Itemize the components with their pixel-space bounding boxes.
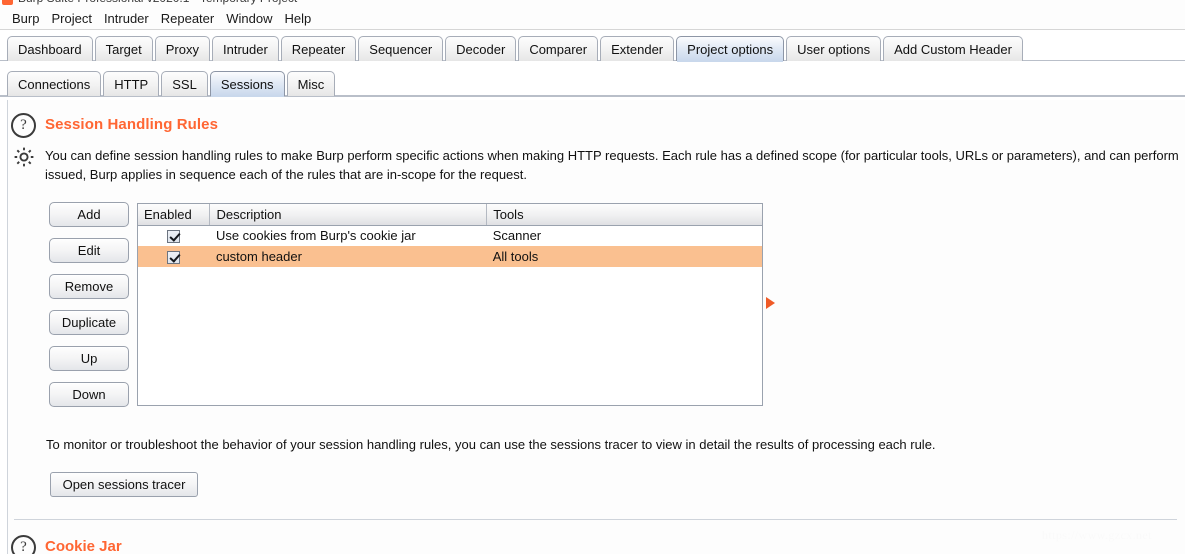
menu-item-project[interactable]: Project: [45, 9, 97, 28]
rule-enabled-checkbox[interactable]: [167, 230, 181, 244]
rule-description-cell: Use cookies from Burp's cookie jar: [215, 228, 416, 244]
tab-intruder[interactable]: Intruder: [211, 36, 279, 61]
subtab-misc[interactable]: Misc: [286, 71, 336, 96]
menu-item-window[interactable]: Window: [220, 9, 278, 28]
tab-comparer[interactable]: Comparer: [518, 36, 599, 61]
open-sessions-tracer-button[interactable]: Open sessions tracer: [50, 472, 198, 497]
rule-enabled-cell[interactable]: [138, 225, 210, 246]
rule-actions-button-column: Add Edit Remove Duplicate Up Down: [49, 202, 129, 407]
window-titlebar: Burp Suite Professional v2020.1 - Tempor…: [0, 0, 1185, 7]
subtab-connections[interactable]: Connections: [7, 71, 102, 96]
table-header-row: Enabled Description Tools: [138, 204, 762, 226]
section-description: You can define session handling rules to…: [45, 148, 1179, 182]
window-title: Burp Suite Professional v2020.1 - Tempor…: [18, 0, 297, 5]
section-divider: [14, 519, 1177, 520]
section-title-cookie-jar: Cookie Jar: [45, 538, 122, 554]
tab-add-custom-header[interactable]: Add Custom Header: [883, 36, 1023, 61]
primary-tab-bar: Dashboard Target Proxy Intruder Repeater…: [0, 31, 1185, 62]
table-row[interactable]: custom header All tools: [138, 246, 762, 267]
rule-tools-cell: Scanner: [492, 228, 542, 244]
column-header-description[interactable]: Description: [209, 204, 488, 226]
remove-button[interactable]: Remove: [49, 274, 129, 299]
edit-button[interactable]: Edit: [49, 238, 129, 263]
burp-suite-window: Burp Suite Professional v2020.1 - Tempor…: [0, 0, 1185, 554]
tab-extender[interactable]: Extender: [600, 36, 675, 61]
tab-proxy[interactable]: Proxy: [154, 36, 210, 61]
table-row[interactable]: Use cookies from Burp's cookie jar Scann…: [138, 225, 762, 246]
gear-icon: [12, 145, 36, 169]
session-handling-rules-table[interactable]: Enabled Description Tools Use cookies fr…: [137, 203, 763, 406]
menu-item-help[interactable]: Help: [278, 9, 317, 28]
rule-enabled-checkbox[interactable]: [167, 251, 181, 265]
tab-target[interactable]: Target: [94, 36, 153, 61]
rule-tools-cell: All tools: [492, 249, 539, 264]
menu-bar: Burp Project Intruder Repeater Window He…: [0, 7, 1185, 30]
subtab-sessions[interactable]: Sessions: [209, 71, 285, 97]
rule-description-cell: custom header: [215, 249, 302, 264]
menu-item-intruder[interactable]: Intruder: [98, 9, 155, 28]
tab-decoder[interactable]: Decoder: [445, 36, 517, 61]
column-header-tools[interactable]: Tools: [486, 204, 762, 226]
question-mark-icon[interactable]: ?: [11, 535, 36, 554]
sessions-tracer-description: To monitor or troubleshoot the behavior …: [46, 437, 936, 452]
secondary-tab-bar: Connections HTTP SSL Sessions Misc: [0, 66, 1185, 97]
add-button[interactable]: Add: [49, 202, 129, 227]
subtab-http[interactable]: HTTP: [103, 71, 160, 96]
duplicate-button[interactable]: Duplicate: [49, 310, 129, 335]
menu-item-burp[interactable]: Burp: [6, 9, 45, 28]
menu-item-repeater[interactable]: Repeater: [155, 9, 220, 28]
tab-dashboard[interactable]: Dashboard: [7, 36, 93, 61]
tab-sequencer[interactable]: Sequencer: [358, 36, 444, 61]
section-title-session-handling-rules: Session Handling Rules: [45, 116, 219, 133]
play-triangle-icon[interactable]: [766, 297, 775, 309]
question-mark-icon[interactable]: ?: [11, 113, 36, 138]
column-header-enabled[interactable]: Enabled: [138, 204, 211, 226]
burp-logo-icon: [2, 0, 13, 5]
tab-user-options[interactable]: User options: [786, 36, 882, 61]
down-button[interactable]: Down: [49, 382, 129, 407]
subtab-ssl[interactable]: SSL: [161, 71, 208, 96]
rule-enabled-cell[interactable]: [138, 246, 210, 267]
tab-project-options[interactable]: Project options: [676, 36, 785, 62]
tab-repeater[interactable]: Repeater: [280, 36, 357, 61]
up-button[interactable]: Up: [49, 346, 129, 371]
